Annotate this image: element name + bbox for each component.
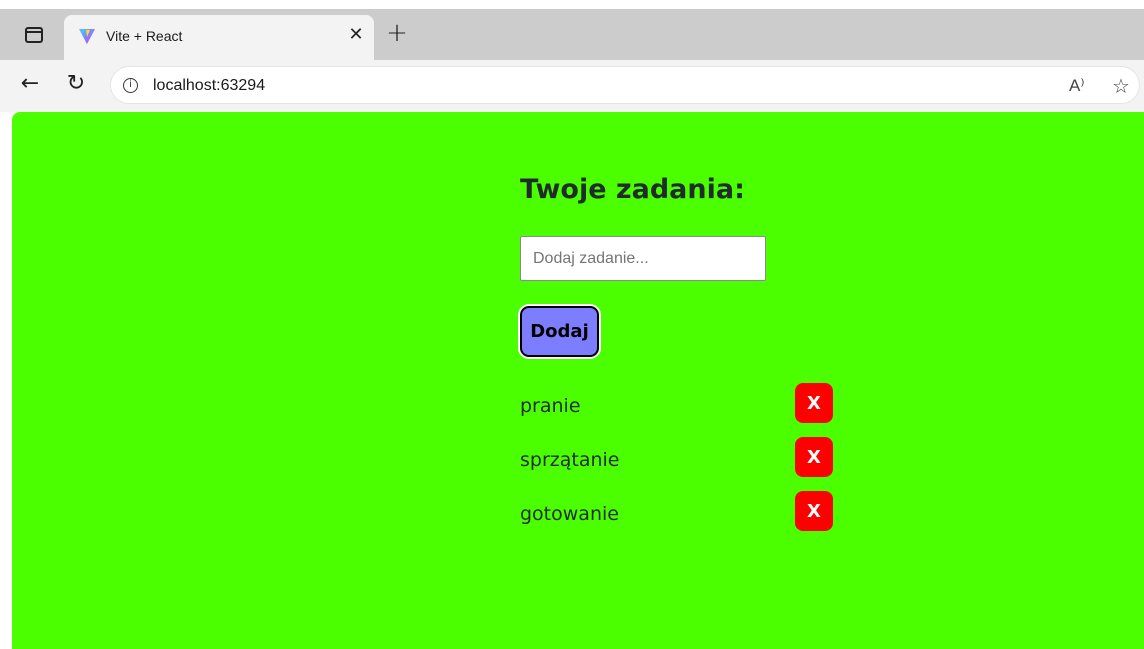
task-list: pranie X sprzątanie X gotowanie X (520, 383, 840, 545)
tab-title: Vite + React (106, 28, 183, 44)
task-input[interactable] (520, 236, 766, 281)
browser-tab[interactable]: Vite + React ✕ (64, 15, 374, 60)
favorite-star-icon[interactable]: ☆ (1109, 74, 1133, 98)
list-item: sprzątanie X (520, 437, 840, 491)
info-icon[interactable]: i (123, 78, 138, 93)
address-bar[interactable]: i localhost:63294 A⁾ ☆ (110, 66, 1140, 104)
task-label: pranie (520, 395, 581, 417)
url-text[interactable]: localhost:63294 (153, 77, 265, 95)
task-label: sprzątanie (520, 449, 620, 471)
vite-logo-icon (79, 29, 95, 44)
browser-toolbar: ← ↻ i localhost:63294 A⁾ ☆ (0, 60, 1144, 112)
task-label: gotowanie (520, 503, 619, 525)
back-arrow-icon[interactable]: ← (18, 73, 42, 97)
reload-icon[interactable]: ↻ (64, 72, 88, 96)
page-title: Twoje zadania: (520, 174, 745, 205)
read-aloud-icon[interactable]: A⁾ (1069, 75, 1093, 97)
delete-task-button[interactable]: X (795, 491, 833, 531)
window-icon[interactable] (25, 27, 43, 43)
browser-tab-bar: Vite + React ✕ + (0, 0, 1144, 60)
page-viewport: Twoje zadania: Dodaj pranie X sprzątanie… (12, 112, 1144, 649)
list-item: gotowanie X (520, 491, 840, 545)
delete-task-button[interactable]: X (795, 383, 833, 423)
close-icon[interactable]: ✕ (344, 23, 368, 47)
delete-task-button[interactable]: X (795, 437, 833, 477)
add-task-button[interactable]: Dodaj (520, 306, 599, 357)
new-tab-icon[interactable]: + (383, 20, 411, 48)
todo-app: Twoje zadania: Dodaj pranie X sprzątanie… (520, 170, 920, 531)
list-item: pranie X (520, 383, 840, 437)
